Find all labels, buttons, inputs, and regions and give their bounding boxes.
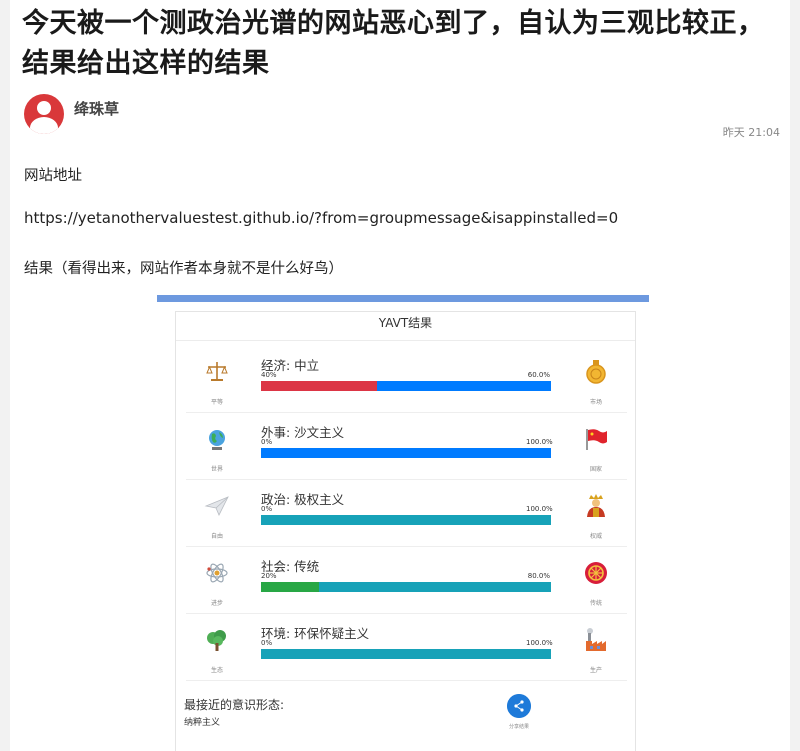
axis-bar-right	[377, 381, 551, 391]
closest-ideology-value: 纳粹主义	[184, 718, 221, 728]
post-title: 今天被一个测政治光谱的网站恶心到了，自认为三观比较正，结果给出这样的结果	[22, 8, 765, 79]
axis-bar-left	[261, 582, 319, 592]
axis-percent-left: 0%	[261, 505, 273, 513]
axis-caption-left: 自由	[210, 533, 223, 540]
axis-bar-right	[261, 448, 551, 458]
avatar[interactable]	[24, 94, 64, 134]
result-screenshot: YAVT结果 平等 经济: 中立 40% 60.0% 市场 世界 外事: 沙文主…	[157, 295, 649, 751]
share-caption: 分享结果	[508, 724, 529, 730]
coin-icon	[586, 360, 606, 384]
axis-environmental: 生态 环境: 环保怀疑主义 0% 100.0% 生产	[186, 615, 627, 681]
share-button[interactable]	[507, 694, 531, 718]
axis-bar-left	[261, 381, 377, 391]
axis-percent-right: 60.0%	[527, 371, 550, 379]
post-link-url[interactable]: https://yetanothervaluestest.github.io/?…	[24, 209, 618, 227]
post-time: 昨天 21:04	[722, 126, 780, 139]
axis-bar-right	[261, 515, 551, 525]
article: 今天被一个测政治光谱的网站恶心到了，自认为三观比较正，结果给出这样的结果 绛珠草…	[22, 0, 792, 751]
factory-icon	[586, 628, 606, 651]
axis-diplomatic: 世界 外事: 沙文主义 0% 100.0% 国家	[186, 414, 627, 480]
atom-icon	[206, 563, 228, 583]
axis-social: 进步 社会: 传统 20% 80.0% 传统	[186, 548, 627, 614]
axis-percent-right: 100.0%	[526, 438, 553, 446]
wheel-icon	[585, 562, 607, 584]
axis-label: 外事: 沙文主义	[261, 425, 345, 440]
author-name[interactable]: 绛珠草	[74, 98, 119, 119]
axis-percent-right: 100.0%	[526, 639, 553, 647]
axis-caption-right: 市场	[589, 399, 602, 406]
globe-icon	[209, 430, 225, 450]
axis-economic: 平等 经济: 中立 40% 60.0% 市场	[186, 347, 627, 413]
axis-caption-right: 国家	[589, 466, 602, 473]
axis-bar-right	[261, 649, 551, 659]
axis-caption-left: 进步	[210, 600, 223, 607]
left-gutter	[0, 0, 10, 751]
axis-caption-left: 生态	[210, 667, 223, 674]
scales-icon	[206, 362, 228, 381]
axis-bar	[261, 515, 551, 525]
axis-label: 政治: 极权主义	[261, 492, 345, 507]
axis-bar	[261, 649, 551, 659]
post-paragraph-result: 结果（看得出来，网站作者本身就不是什么好鸟）	[24, 261, 343, 277]
divider	[176, 340, 635, 341]
axis-percent-left: 40%	[261, 371, 277, 379]
paper-plane-icon	[204, 496, 229, 516]
closest-ideology-label: 最接近的意识形态:	[184, 698, 285, 712]
axis-bar-right	[319, 582, 551, 592]
screenshot-top-bar	[157, 295, 649, 302]
axis-political: 自由 政治: 极权主义 0% 100.0% 权威	[186, 481, 627, 547]
axis-percent-left: 0%	[261, 438, 273, 446]
result-card: YAVT结果 平等 经济: 中立 40% 60.0% 市场 世界 外事: 沙文主…	[175, 311, 636, 751]
axis-bar	[261, 582, 551, 592]
axis-bar	[261, 448, 551, 458]
tree-icon	[207, 630, 226, 651]
author-row: 绛珠草 昨天 21:04	[24, 94, 784, 139]
axis-label: 环境: 环保怀疑主义	[261, 626, 370, 641]
axis-caption-right: 传统	[589, 600, 602, 607]
post-paragraph-site-label: 网站地址	[24, 168, 82, 184]
axis-caption-left: 平等	[210, 399, 223, 406]
flag-icon	[586, 429, 607, 450]
axis-caption-right: 生产	[589, 667, 602, 674]
axis-percent-left: 20%	[261, 572, 277, 580]
axis-caption-left: 世界	[210, 466, 223, 473]
axis-percent-right: 100.0%	[526, 505, 553, 513]
axis-bar	[261, 381, 551, 391]
axis-caption-right: 权威	[589, 533, 602, 540]
axis-percent-right: 80.0%	[527, 572, 550, 580]
emperor-icon	[587, 494, 605, 517]
result-title: YAVT结果	[378, 316, 433, 330]
axis-percent-left: 0%	[261, 639, 273, 647]
